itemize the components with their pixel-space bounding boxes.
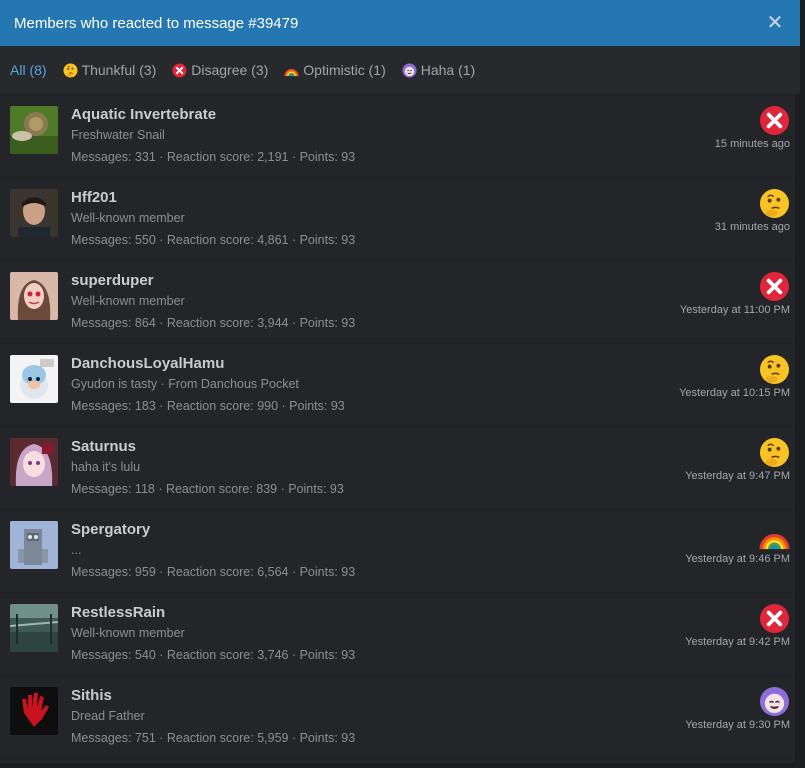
member-name[interactable]: DanchousLoyalHamu: [71, 355, 224, 372]
member-stats: Messages: 540 · Reaction score: 3,746 · …: [71, 648, 356, 662]
rainbow-icon: [759, 534, 790, 550]
reaction-time: Yesterday at 9:42 PM: [685, 636, 790, 648]
thinking-icon: [63, 62, 78, 78]
disagree-icon: [759, 603, 790, 634]
avatar[interactable]: [10, 604, 58, 652]
tab-label: Haha (1): [420, 62, 476, 78]
member-stats: Messages: 118 · Reaction score: 839 · Po…: [71, 482, 344, 496]
list-item: Saturnus haha it's lulu Messages: 118 · …: [0, 427, 800, 510]
scrollbar[interactable]: [795, 95, 800, 763]
avatar[interactable]: [10, 438, 58, 486]
member-title: ...: [71, 543, 82, 557]
member-stats: Messages: 751 · Reaction score: 5,959 · …: [71, 731, 356, 745]
member-title: haha it's lulu: [71, 460, 141, 474]
reaction-tabs: All (8) Thunkful (3) Disagree (3) Optimi…: [0, 46, 800, 95]
member-stats: Messages: 959 · Reaction score: 6,564 · …: [71, 565, 356, 579]
tab-label: Disagree (3): [191, 62, 269, 78]
tab-thunkful[interactable]: Thunkful (3): [55, 46, 165, 94]
haha-icon: [402, 62, 417, 78]
tab-label: Optimistic (1): [303, 62, 386, 78]
list-item: Hff201 Well-known member Messages: 550 ·…: [0, 178, 800, 261]
tab-label: All (8): [10, 62, 47, 78]
list-item: Spergatory ... Messages: 959 · Reaction …: [0, 510, 800, 593]
thinking-icon: [759, 354, 790, 385]
list-item: DanchousLoyalHamu Gyudon is tasty · From…: [0, 344, 800, 427]
reaction-time: Yesterday at 11:00 PM: [679, 304, 790, 316]
member-title: Gyudon is tasty · From Danchous Pocket: [71, 377, 299, 391]
thinking-icon: [759, 188, 790, 219]
avatar[interactable]: [10, 189, 58, 237]
member-stats: Messages: 183 · Reaction score: 990 · Po…: [71, 399, 345, 413]
disagree-icon: [759, 105, 790, 136]
modal-header: Members who reacted to message #39479 ✕: [0, 0, 800, 46]
member-title: Well-known member: [71, 294, 185, 308]
reaction-time: Yesterday at 10:15 PM: [679, 387, 790, 399]
tab-disagree[interactable]: Disagree (3): [164, 46, 276, 94]
list-item: superduper Well-known member Messages: 8…: [0, 261, 800, 344]
avatar[interactable]: [10, 355, 58, 403]
member-title: Well-known member: [71, 626, 185, 640]
reaction-time: 31 minutes ago: [714, 221, 790, 233]
disagree-icon: [759, 271, 790, 302]
member-name[interactable]: Sithis: [71, 687, 112, 704]
reaction-time: 15 minutes ago: [714, 138, 790, 150]
reaction-time: Yesterday at 9:30 PM: [685, 719, 790, 731]
member-name[interactable]: Spergatory: [71, 521, 150, 538]
member-title: Freshwater Snail: [71, 128, 165, 142]
modal-title: Members who reacted to message #39479: [14, 14, 299, 32]
disagree-icon: [172, 62, 187, 78]
reactions-modal: Members who reacted to message #39479 ✕ …: [0, 0, 800, 763]
thinking-icon: [759, 437, 790, 468]
member-stats: Messages: 550 · Reaction score: 4,861 · …: [71, 233, 356, 247]
list-item: RestlessRain Well-known member Messages:…: [0, 593, 800, 676]
member-name[interactable]: Hff201: [71, 189, 117, 206]
avatar[interactable]: [10, 106, 58, 154]
member-title: Well-known member: [71, 211, 185, 225]
member-name[interactable]: Saturnus: [71, 438, 136, 455]
member-list: Aquatic Invertebrate Freshwater Snail Me…: [0, 95, 800, 763]
member-name[interactable]: superduper: [71, 272, 154, 289]
reaction-time: Yesterday at 9:47 PM: [685, 470, 790, 482]
avatar[interactable]: [10, 521, 58, 569]
avatar[interactable]: [10, 272, 58, 320]
close-icon[interactable]: ✕: [764, 13, 786, 33]
member-title: Dread Father: [71, 709, 145, 723]
tab-optimistic[interactable]: Optimistic (1): [276, 46, 393, 94]
member-stats: Messages: 864 · Reaction score: 3,944 · …: [71, 316, 356, 330]
avatar[interactable]: [10, 687, 58, 735]
tab-haha[interactable]: Haha (1): [394, 46, 483, 94]
member-name[interactable]: Aquatic Invertebrate: [71, 106, 216, 123]
tab-label: Thunkful (3): [81, 62, 157, 78]
member-stats: Messages: 331 · Reaction score: 2,191 · …: [71, 150, 356, 164]
list-item: Aquatic Invertebrate Freshwater Snail Me…: [0, 95, 800, 178]
haha-icon: [759, 686, 790, 717]
rainbow-icon: [284, 68, 300, 76]
tab-all[interactable]: All (8): [2, 46, 55, 94]
list-item: Sithis Dread Father Messages: 751 · Reac…: [0, 676, 800, 759]
member-name[interactable]: RestlessRain: [71, 604, 165, 621]
reaction-time: Yesterday at 9:46 PM: [685, 553, 790, 565]
